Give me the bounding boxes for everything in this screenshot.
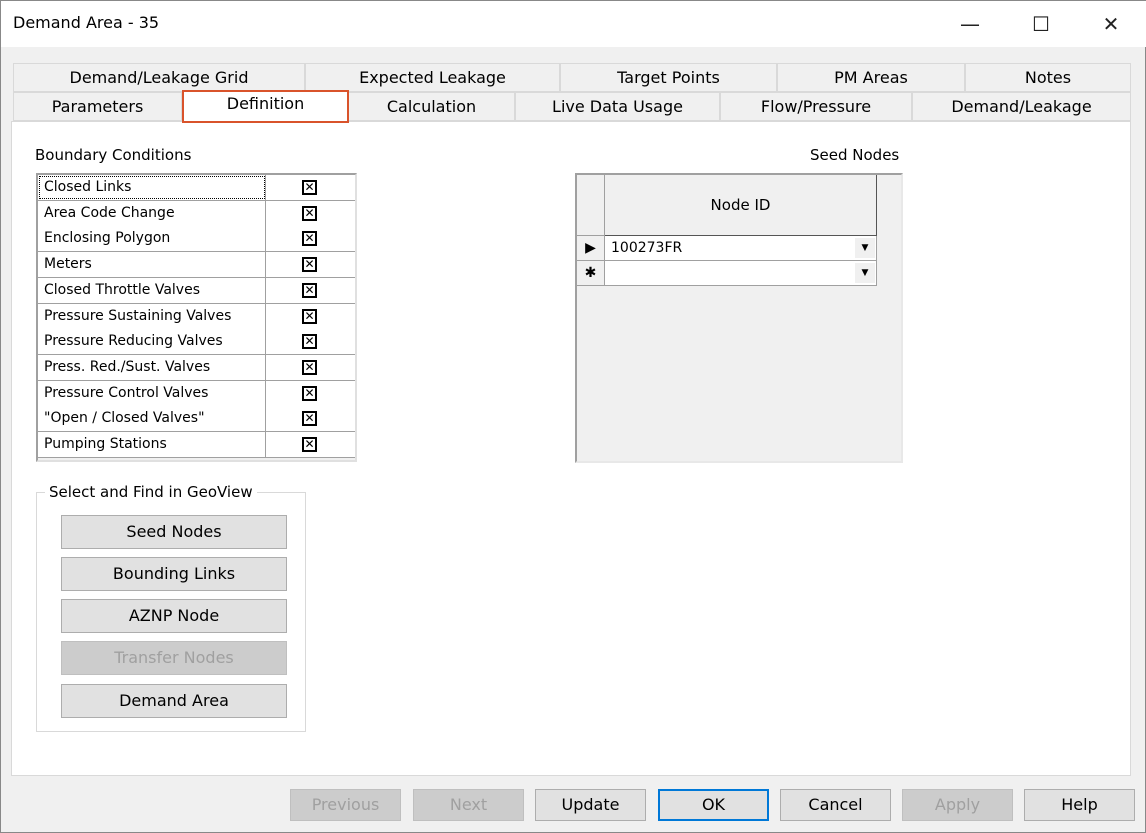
table-row: Pressure Sustaining Valves ✕ (38, 303, 355, 330)
table-row: Area Code Change ✕ (38, 200, 355, 227)
checkbox[interactable]: ✕ (302, 385, 317, 401)
header-corner (577, 175, 605, 236)
table-row: Enclosing Polygon ✕ (38, 226, 355, 253)
boundary-name[interactable]: "Open / Closed Valves" (38, 406, 266, 432)
boundary-name[interactable]: Pressure Reducing Valves (38, 329, 266, 355)
checkbox[interactable]: ✕ (302, 282, 317, 298)
help-button[interactable]: Help (1024, 789, 1135, 821)
seed-nodes-button[interactable]: Seed Nodes (61, 515, 287, 549)
checkbox[interactable]: ✕ (302, 231, 317, 247)
boundary-name[interactable]: Enclosing Polygon (38, 226, 266, 252)
aznp-node-button[interactable]: AZNP Node (61, 599, 287, 633)
boundary-name[interactable]: Closed Throttle Valves (38, 277, 266, 303)
table-row: Pumping Stations ✕ (38, 432, 355, 458)
checkbox[interactable]: ✕ (302, 257, 317, 273)
next-button: Next (413, 789, 524, 821)
demand-area-button[interactable]: Demand Area (61, 684, 287, 718)
close-button[interactable]: ✕ (1088, 9, 1134, 39)
apply-button: Apply (902, 789, 1013, 821)
new-row-indicator-icon: ✱ (577, 261, 605, 286)
maximize-button[interactable]: ☐ (1018, 9, 1064, 39)
seed-nodes-label: Seed Nodes (810, 146, 900, 164)
checkbox[interactable]: ✕ (302, 437, 317, 452)
update-button[interactable]: Update (535, 789, 646, 821)
boundary-name[interactable]: Closed Links (38, 175, 266, 200)
table-row: Closed Links ✕ (38, 175, 355, 201)
tab-calculation[interactable]: Calculation (348, 92, 515, 121)
tab-live-data-usage[interactable]: Live Data Usage (515, 92, 720, 121)
checkbox[interactable]: ✕ (302, 308, 317, 324)
checkbox[interactable]: ✕ (302, 180, 317, 195)
tab-expected-leakage[interactable]: Expected Leakage (305, 63, 560, 92)
boundary-name[interactable]: Meters (38, 252, 266, 278)
transfer-nodes-button: Transfer Nodes (61, 641, 287, 675)
chevron-down-icon[interactable]: ▼ (855, 238, 875, 258)
previous-button: Previous (290, 789, 401, 821)
tab-notes[interactable]: Notes (965, 63, 1131, 92)
geoview-group-title: Select and Find in GeoView (45, 483, 257, 501)
checkbox[interactable]: ✕ (302, 334, 317, 350)
tab-pm-areas[interactable]: PM Areas (777, 63, 965, 92)
table-row: Meters ✕ (38, 252, 355, 279)
table-row: "Open / Closed Valves" ✕ (38, 406, 355, 433)
tab-parameters[interactable]: Parameters (13, 92, 182, 121)
tab-demand-leakage-grid[interactable]: Demand/Leakage Grid (13, 63, 305, 92)
checkbox[interactable]: ✕ (302, 411, 317, 427)
current-row-indicator-icon: ▶ (577, 236, 605, 261)
boundary-name[interactable]: Area Code Change (38, 200, 266, 226)
boundary-name[interactable]: Pressure Control Valves (38, 380, 266, 406)
checkbox[interactable]: ✕ (302, 359, 317, 375)
minimize-button[interactable]: — (947, 9, 993, 39)
seed-nodes-grid: Node ID ▶ 100273FR ▼ ✱ ▼ (575, 173, 903, 463)
bounding-links-button[interactable]: Bounding Links (61, 557, 287, 591)
table-row: Pressure Reducing Valves ✕ (38, 329, 355, 356)
cancel-button[interactable]: Cancel (780, 789, 891, 821)
tab-flow-pressure[interactable]: Flow/Pressure (720, 92, 912, 121)
node-id-cell[interactable]: 100273FR (605, 236, 877, 261)
boundary-name[interactable]: Pressure Sustaining Valves (38, 303, 266, 329)
chevron-down-icon[interactable]: ▼ (855, 263, 875, 283)
table-row: Press. Red./Sust. Valves ✕ (38, 354, 355, 381)
boundary-name[interactable]: Pumping Stations (38, 432, 266, 457)
ok-button[interactable]: OK (658, 789, 769, 821)
checkbox[interactable]: ✕ (302, 205, 317, 221)
table-row: Pressure Control Valves ✕ (38, 380, 355, 407)
boundary-name[interactable]: Press. Red./Sust. Valves (38, 354, 266, 380)
node-id-header[interactable]: Node ID (605, 175, 877, 236)
tab-demand-leakage[interactable]: Demand/Leakage (912, 92, 1131, 121)
title-bar: Demand Area - 35 — ☐ ✕ (1, 1, 1146, 47)
node-id-cell[interactable] (605, 261, 877, 286)
boundary-conditions-label: Boundary Conditions (35, 146, 192, 164)
boundary-conditions-grid: Closed Links ✕ Area Code Change ✕ Enclosing … (36, 173, 357, 462)
tab-definition[interactable]: Definition (182, 90, 349, 123)
tab-target-points[interactable]: Target Points (560, 63, 777, 92)
window-title: Demand Area - 35 (13, 13, 160, 32)
table-row: Closed Throttle Valves ✕ (38, 277, 355, 304)
